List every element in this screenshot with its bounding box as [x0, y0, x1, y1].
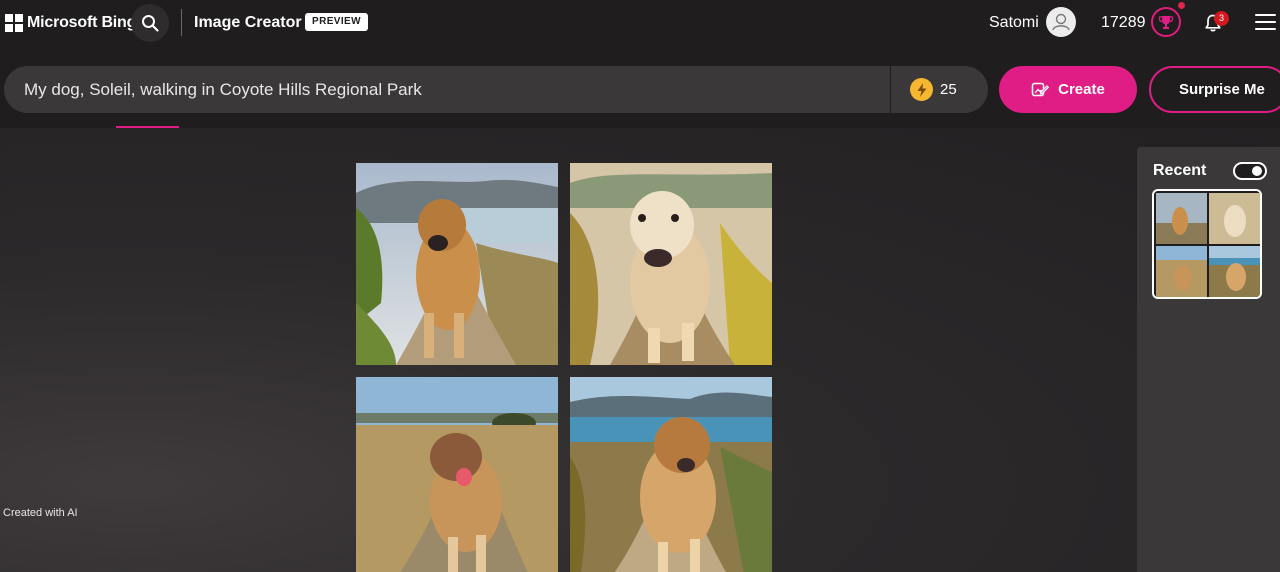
lightning-icon [917, 82, 926, 97]
recent-thumb-4 [1209, 246, 1260, 297]
brand-name: Microsoft Bing [27, 14, 137, 31]
top-header: Microsoft Bing Image Creator PREVIEW Sat… [0, 0, 1280, 46]
app-title[interactable]: Image Creator [194, 14, 302, 32]
user-name[interactable]: Satomi [989, 14, 1039, 32]
dog-photo-icon [356, 163, 558, 365]
surprise-me-button[interactable]: Surprise Me [1149, 66, 1280, 113]
trophy-icon [1158, 16, 1174, 29]
boost-count: 25 [940, 81, 957, 98]
rewards-alert-dot [1178, 2, 1185, 9]
create-icon [1031, 82, 1050, 96]
active-tab-indicator [116, 126, 179, 128]
prompt-box: 25 [4, 66, 988, 113]
dog-photo-icon [356, 377, 558, 572]
created-with-ai-note: Created with AI [3, 507, 78, 519]
rewards-button[interactable] [1151, 7, 1181, 37]
recent-panel: Recent [1137, 147, 1280, 572]
results-area: Created with AI Recent [0, 126, 1280, 572]
generated-image-1[interactable] [356, 163, 558, 365]
generated-image-4[interactable] [570, 377, 772, 572]
notification-count-badge: 3 [1214, 11, 1229, 26]
boost-icon[interactable] [910, 78, 933, 101]
recent-thumb-3 [1156, 246, 1207, 297]
recent-title: Recent [1153, 162, 1207, 179]
windows-logo-icon [5, 14, 23, 32]
hamburger-menu-icon[interactable] [1255, 14, 1276, 30]
bing-logo-link[interactable]: Microsoft Bing [5, 13, 136, 33]
dog-photo-icon [570, 377, 772, 572]
dog-photo-icon [570, 163, 772, 365]
recent-thumb-1 [1156, 193, 1207, 244]
create-button[interactable]: Create [999, 66, 1137, 113]
preview-badge: PREVIEW [305, 13, 368, 31]
search-icon [142, 15, 159, 32]
recent-creation-thumbnail[interactable] [1152, 189, 1262, 299]
generated-image-3[interactable] [356, 377, 558, 572]
prompt-bar: 25 Create Surprise Me [0, 46, 1280, 128]
user-icon [1052, 13, 1070, 31]
generated-image-2[interactable] [570, 163, 772, 365]
rewards-points[interactable]: 17289 [1101, 14, 1146, 32]
prompt-input[interactable] [24, 66, 884, 113]
recent-toggle[interactable] [1233, 162, 1267, 180]
create-label: Create [1058, 81, 1105, 98]
recent-thumb-2 [1209, 193, 1260, 244]
search-button[interactable] [131, 4, 169, 42]
header-divider [181, 9, 182, 36]
avatar[interactable] [1046, 7, 1076, 37]
prompt-separator [890, 66, 891, 113]
